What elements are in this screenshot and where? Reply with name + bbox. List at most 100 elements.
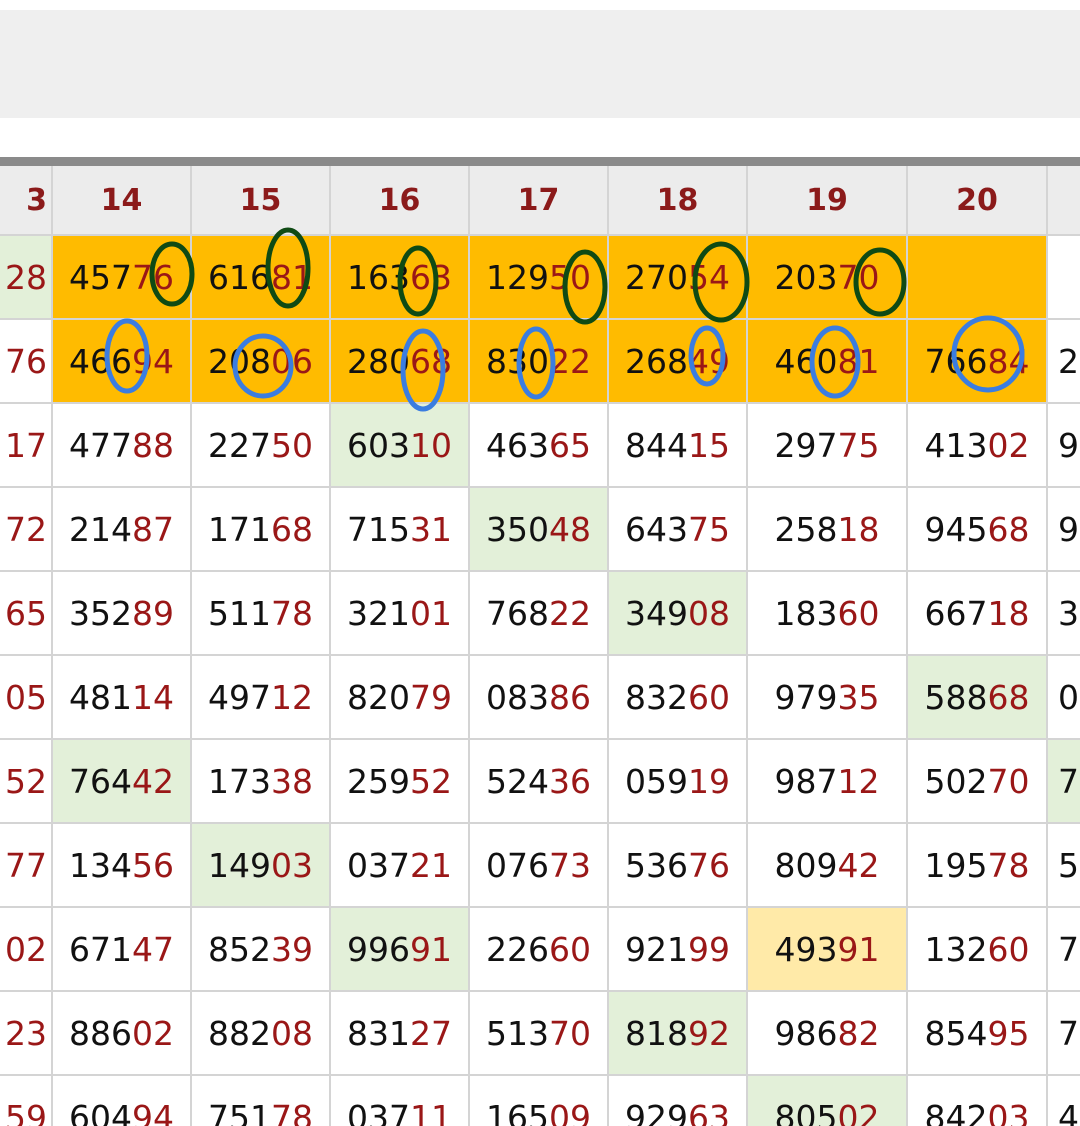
number-prefix: 413 bbox=[924, 425, 988, 465]
results-table: 3 14 15 16 17 18 19 20 28 457 76 616 81 163 63 129 50 270… bbox=[0, 166, 1080, 1126]
number-prefix: 945 bbox=[924, 509, 988, 549]
result-cell: 2 bbox=[1048, 320, 1080, 404]
number-prefix: 996 bbox=[347, 929, 410, 969]
result-cell: 831 27 bbox=[331, 992, 470, 1076]
number-prefix: 818 bbox=[625, 1013, 688, 1053]
number-prefix: 460 bbox=[774, 341, 838, 381]
number-prefix: 844 bbox=[625, 425, 688, 465]
result-cell: 163 63 bbox=[331, 236, 470, 320]
number-prefix: 226 bbox=[486, 929, 549, 969]
result-cell: 832 60 bbox=[609, 656, 748, 740]
result-cell: 149 03 bbox=[192, 824, 331, 908]
number-prefix: 457 bbox=[69, 257, 132, 297]
column-header: 14 bbox=[53, 166, 192, 236]
number-suffix: 02 bbox=[132, 1013, 174, 1053]
number-suffix: 94 bbox=[132, 341, 174, 381]
column-header: 3 bbox=[0, 166, 53, 236]
result-cell: 297 75 bbox=[748, 404, 908, 488]
number-prefix: 766 bbox=[924, 341, 988, 381]
result-cell: 270 54 bbox=[609, 236, 748, 320]
number-suffix: 01 bbox=[410, 593, 452, 633]
number-suffix: 81 bbox=[837, 341, 880, 381]
column-header: 18 bbox=[609, 166, 748, 236]
number-suffix: 11 bbox=[410, 1097, 452, 1126]
number-suffix: 60 bbox=[549, 929, 591, 969]
number-suffix: 60 bbox=[987, 929, 1030, 969]
result-cell: 979 35 bbox=[748, 656, 908, 740]
result-cell: 604 94 bbox=[53, 1076, 192, 1126]
number-suffix: 47 bbox=[132, 929, 174, 969]
result-cell: 23 bbox=[0, 992, 53, 1076]
result-cell: 173 38 bbox=[192, 740, 331, 824]
result-cell: 463 65 bbox=[470, 404, 609, 488]
number-suffix: 05 bbox=[5, 677, 47, 717]
result-cell bbox=[908, 236, 1048, 320]
result-cell: 02 bbox=[0, 908, 53, 992]
number-suffix: 03 bbox=[987, 1097, 1030, 1126]
result-cell: 129 50 bbox=[470, 236, 609, 320]
result-cell: 037 11 bbox=[331, 1076, 470, 1126]
number-prefix: 502 bbox=[924, 761, 988, 801]
result-cell: 513 70 bbox=[470, 992, 609, 1076]
number-suffix: 70 bbox=[987, 761, 1030, 801]
result-cell: 7 bbox=[1048, 908, 1080, 992]
result-cell: 352 89 bbox=[53, 572, 192, 656]
number-prefix: 604 bbox=[69, 1097, 132, 1126]
number-suffix: 21 bbox=[410, 845, 452, 885]
result-cell: 05 bbox=[0, 656, 53, 740]
result-cell: 17 bbox=[0, 404, 53, 488]
number-suffix: 75 bbox=[688, 509, 730, 549]
result-cell: 258 18 bbox=[748, 488, 908, 572]
number-suffix: 70 bbox=[549, 1013, 591, 1053]
number-prefix: 259 bbox=[347, 761, 410, 801]
number-suffix: 76 bbox=[688, 845, 730, 885]
result-cell: 842 03 bbox=[908, 1076, 1048, 1126]
result-cell: 413 02 bbox=[908, 404, 1048, 488]
number-suffix: 15 bbox=[688, 425, 730, 465]
result-cell: 511 78 bbox=[192, 572, 331, 656]
number-suffix: 75 bbox=[837, 425, 880, 465]
result-cell: 536 76 bbox=[609, 824, 748, 908]
number-suffix: 63 bbox=[410, 257, 452, 297]
result-cell: 852 39 bbox=[192, 908, 331, 992]
result-cell: 52 bbox=[0, 740, 53, 824]
number-prefix: 852 bbox=[208, 929, 271, 969]
result-cell: 986 82 bbox=[748, 992, 908, 1076]
result-cell bbox=[1048, 236, 1080, 320]
number-suffix: 68 bbox=[987, 677, 1030, 717]
number-prefix: 132 bbox=[924, 929, 988, 969]
number-suffix: 60 bbox=[837, 593, 880, 633]
number-prefix: 842 bbox=[924, 1097, 988, 1126]
result-cell: 165 09 bbox=[470, 1076, 609, 1126]
number-prefix: 809 bbox=[774, 845, 838, 885]
number-prefix: 481 bbox=[69, 677, 132, 717]
result-cell: 214 87 bbox=[53, 488, 192, 572]
result-cell: 886 02 bbox=[53, 992, 192, 1076]
number-suffix: 79 bbox=[410, 677, 452, 717]
result-cell: 768 22 bbox=[470, 572, 609, 656]
number-prefix: 854 bbox=[924, 1013, 988, 1053]
number-suffix: 35 bbox=[837, 677, 880, 717]
number-prefix: 059 bbox=[625, 761, 688, 801]
result-cell: 268 49 bbox=[609, 320, 748, 404]
number-suffix: 86 bbox=[549, 677, 591, 717]
number-prefix: 477 bbox=[69, 425, 132, 465]
number-suffix: 68 bbox=[410, 341, 452, 381]
number-suffix: 76 bbox=[5, 341, 47, 381]
number-prefix: 603 bbox=[347, 425, 410, 465]
number-suffix: 02 bbox=[837, 1097, 880, 1126]
number-prefix: 616 bbox=[208, 257, 271, 297]
number-prefix: 349 bbox=[625, 593, 688, 633]
result-cell: 921 99 bbox=[609, 908, 748, 992]
result-cell: 77 bbox=[0, 824, 53, 908]
number-prefix: 764 bbox=[69, 761, 132, 801]
result-cell: 3 bbox=[1048, 572, 1080, 656]
number-prefix: 986 bbox=[774, 1013, 838, 1053]
number-suffix: 78 bbox=[987, 845, 1030, 885]
number-prefix: 9 bbox=[1058, 425, 1079, 465]
number-suffix: 81 bbox=[271, 257, 313, 297]
result-cell: 809 42 bbox=[748, 824, 908, 908]
result-cell: 764 42 bbox=[53, 740, 192, 824]
result-cell: 321 01 bbox=[331, 572, 470, 656]
result-cell: 945 68 bbox=[908, 488, 1048, 572]
